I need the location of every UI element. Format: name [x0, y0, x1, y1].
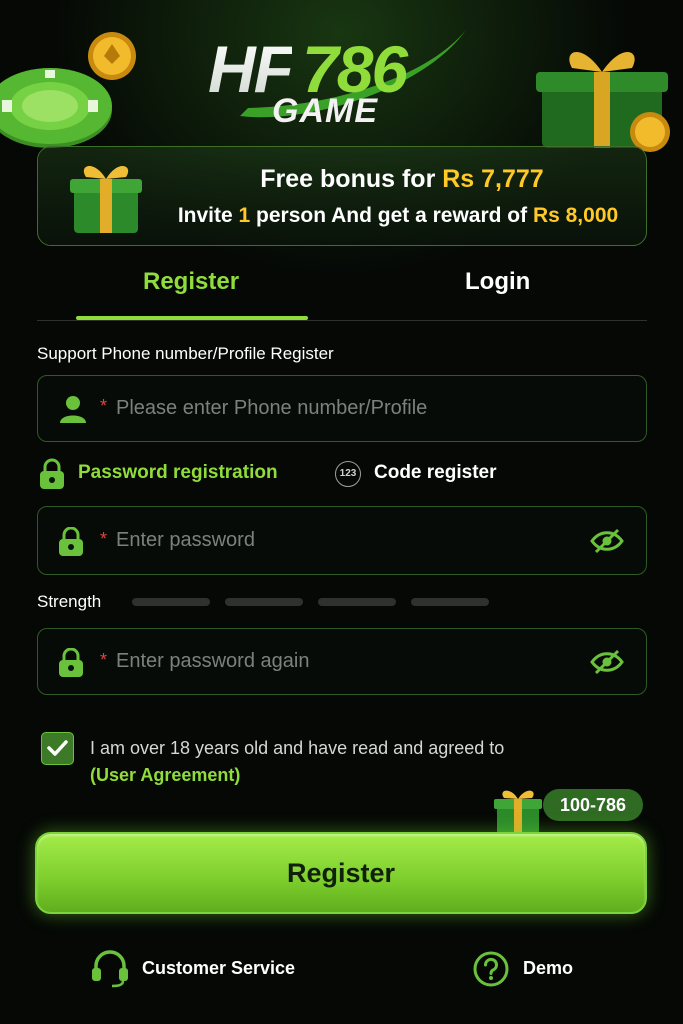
eye-hidden-icon[interactable]	[590, 528, 624, 554]
strength-label: Strength	[37, 592, 102, 611]
user-agreement-link[interactable]: (User Agreement)	[90, 765, 240, 786]
register-button[interactable]: Register	[35, 832, 647, 914]
invite-text-part2: person And get a reward of	[250, 204, 533, 227]
bonus-amount: Rs 7,777	[442, 165, 544, 193]
tab-login[interactable]: Login	[465, 268, 530, 296]
confirm-password-input[interactable]: * Enter password again	[37, 628, 647, 695]
strength-bar-2	[225, 598, 303, 606]
strength-bar-1	[132, 598, 210, 606]
lock-icon	[40, 458, 64, 489]
brand-logo: HF 786 GAME	[190, 22, 490, 132]
tab-divider	[37, 320, 647, 321]
phone-placeholder: Please enter Phone number/Profile	[116, 397, 428, 419]
tab-register[interactable]: Register	[143, 268, 239, 296]
gift-box-decoration	[536, 51, 670, 152]
invite-text-part1: Invite	[177, 204, 239, 227]
required-mark: *	[100, 529, 108, 549]
user-icon	[60, 396, 86, 423]
strength-bar-3	[318, 598, 396, 606]
strength-bar-4	[411, 598, 489, 606]
required-mark: *	[100, 396, 108, 416]
eye-hidden-icon[interactable]	[590, 649, 624, 675]
phone-field-label: Support Phone number/Profile Register	[37, 344, 334, 363]
phone-input[interactable]: * Please enter Phone number/Profile	[37, 375, 647, 442]
customer-service-link[interactable]: Customer Service	[142, 958, 295, 979]
password-placeholder: Enter password	[116, 529, 255, 551]
bonus-banner[interactable]: Free bonus for Rs 7,777 Invite 1 person …	[37, 146, 647, 246]
reward-amount: Rs 8,000	[532, 204, 619, 227]
bonus-invite-text: Invite 1 person And get a reward of Rs 8…	[153, 204, 643, 228]
check-icon	[47, 740, 68, 756]
headset-icon	[92, 950, 128, 988]
code-register-option[interactable]: Code register	[374, 462, 496, 484]
agree-text: I am over 18 years old and have read and…	[90, 738, 505, 758]
password-input[interactable]: * Enter password	[37, 506, 647, 575]
required-mark: *	[100, 650, 108, 670]
code-123-icon: 123	[335, 461, 361, 487]
promo-code-badge[interactable]: 100-786	[543, 789, 643, 821]
logo-game: GAME	[272, 92, 378, 130]
gold-coin-decoration	[88, 32, 136, 80]
bonus-headline-text: Free bonus for	[260, 165, 443, 193]
help-icon	[473, 951, 509, 987]
confirm-password-placeholder: Enter password again	[116, 650, 310, 672]
demo-link[interactable]: Demo	[523, 958, 573, 979]
agree-checkbox[interactable]	[41, 732, 74, 765]
gift-icon	[494, 790, 542, 834]
password-registration-option[interactable]: Password registration	[78, 462, 278, 484]
lock-icon	[59, 527, 83, 556]
bonus-headline: Free bonus for Rs 7,777	[38, 165, 646, 194]
invite-count: 1	[238, 204, 251, 227]
lock-icon	[59, 648, 83, 677]
